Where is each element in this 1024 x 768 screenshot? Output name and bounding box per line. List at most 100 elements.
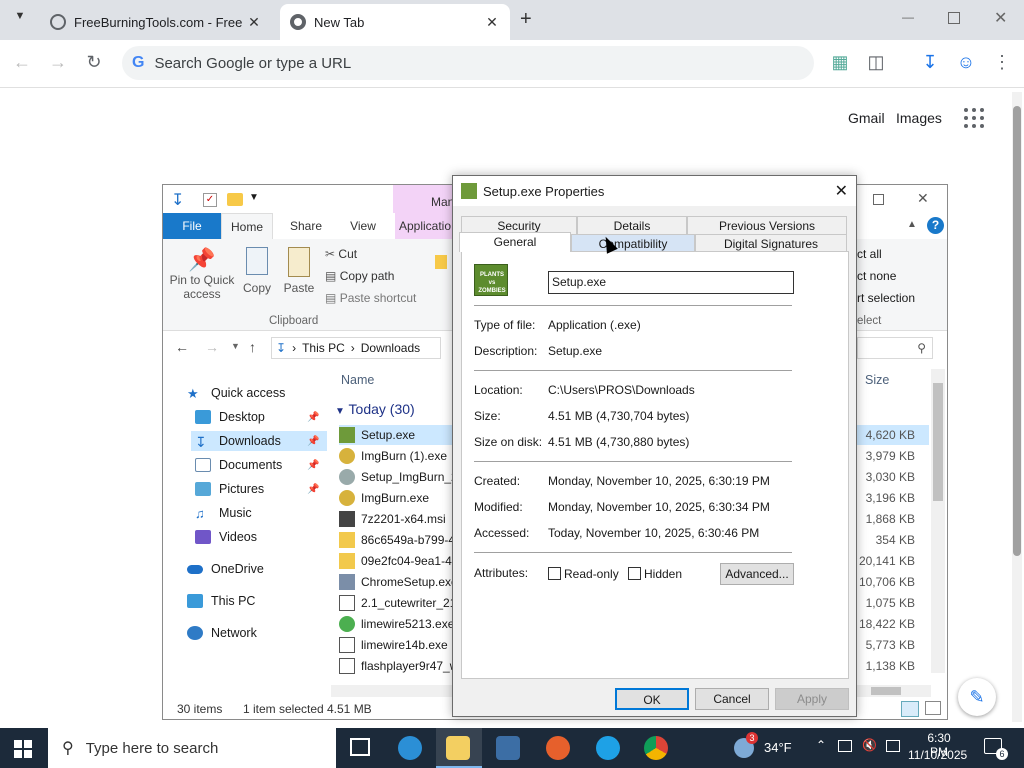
nav-desktop[interactable]: Desktop 📌 [195, 407, 325, 427]
chrome-taskbar-icon[interactable] [644, 736, 668, 760]
close-icon[interactable]: ✕ [917, 190, 929, 207]
tab-share[interactable]: Share [281, 213, 331, 239]
close-tab-icon[interactable]: ✕ [246, 14, 262, 31]
new-tab-button[interactable]: + [520, 8, 532, 31]
advanced-button[interactable]: Advanced... [720, 563, 794, 585]
readonly-checkbox[interactable] [548, 567, 561, 580]
firefox-icon[interactable] [546, 736, 570, 760]
paste-button[interactable]: Paste [281, 247, 317, 295]
close-tab-icon[interactable]: ✕ [484, 14, 500, 31]
recent-dropdown-icon[interactable]: ▼ [231, 341, 240, 351]
nav-quick-access[interactable]: ★ Quick access [187, 383, 317, 403]
details-view-icon[interactable] [901, 701, 919, 717]
qat-dropdown-icon[interactable]: ▼ [249, 192, 259, 203]
maximize-icon[interactable] [873, 194, 884, 205]
tab-search-button[interactable]: ▼ [10, 10, 30, 30]
back-icon[interactable]: ← [175, 339, 189, 355]
apply-button[interactable]: Apply [775, 688, 849, 710]
readonly-label[interactable]: Read-only [564, 567, 619, 581]
tab-new-tab[interactable]: New Tab ✕ [280, 4, 510, 40]
weather-badge: 3 [746, 732, 758, 744]
tab-application[interactable]: Applicatio [395, 213, 455, 239]
select-all-button[interactable]: ct all [857, 247, 882, 261]
tab-digital-signatures[interactable]: Digital Signatures [695, 234, 847, 252]
task-view-icon[interactable] [350, 738, 370, 756]
internet-explorer-icon[interactable] [596, 736, 620, 760]
back-icon[interactable]: ← [10, 52, 34, 73]
profile-icon[interactable]: ☺ [954, 52, 978, 73]
nav-network[interactable]: Network [187, 623, 317, 643]
invert-selection-button[interactable]: rt selection [857, 291, 915, 305]
nav-documents[interactable]: Documents 📌 [195, 455, 325, 475]
hidden-label[interactable]: Hidden [644, 567, 682, 581]
column-name-header[interactable]: Name [341, 373, 374, 387]
nav-downloads[interactable]: ↧ Downloads 📌 [191, 431, 327, 451]
tray-chevron-icon[interactable]: ⌃ [816, 738, 826, 752]
tab-view[interactable]: View [339, 213, 387, 239]
extensions-puzzle-icon[interactable]: ◫ [864, 52, 888, 73]
images-link[interactable]: Images [896, 110, 942, 126]
select-none-button[interactable]: ct none [857, 269, 896, 283]
collapse-ribbon-icon[interactable]: ▲ [907, 219, 917, 230]
gmail-link[interactable]: Gmail [848, 110, 885, 126]
large-icons-view-icon[interactable] [925, 701, 941, 715]
apps-grid-icon[interactable] [964, 108, 984, 128]
breadcrumb-this-pc[interactable]: This PC [302, 341, 345, 355]
filename-input[interactable]: Setup.exe [548, 271, 794, 294]
tab-freeburningtools[interactable]: FreeBurningTools.com - Free b ✕ [40, 4, 272, 40]
edge-icon[interactable] [398, 736, 422, 760]
ok-button[interactable]: OK [615, 688, 689, 710]
nav-music[interactable]: ♫ Music [195, 503, 325, 523]
nav-onedrive[interactable]: OneDrive [187, 559, 317, 579]
network-icon[interactable] [886, 740, 900, 752]
nav-pictures[interactable]: Pictures 📌 [195, 479, 325, 499]
copy-button[interactable]: Copy [239, 247, 275, 295]
hidden-checkbox[interactable] [628, 567, 641, 580]
tab-details[interactable]: Details [577, 216, 687, 234]
tab-compatibility[interactable]: Compatibility [571, 234, 695, 252]
page-scrollbar[interactable] [1012, 92, 1022, 722]
minimize-icon[interactable]: — [902, 10, 914, 24]
close-window-icon[interactable]: ✕ [994, 8, 1007, 28]
reload-icon[interactable]: ↻ [82, 52, 106, 73]
volume-muted-icon[interactable]: 🔇 [862, 738, 877, 752]
close-icon[interactable]: ✕ [835, 181, 848, 201]
paste-shortcut-button[interactable]: ▤ Paste shortcut [325, 291, 416, 305]
clock-date[interactable]: 11/10/2025 [908, 748, 967, 762]
nav-videos[interactable]: Videos [195, 527, 325, 547]
download-icon[interactable]: ↧ [918, 52, 942, 73]
customize-pencil-button[interactable]: ✎ [958, 678, 996, 716]
cut-button[interactable]: ✂ Cut [325, 247, 357, 261]
start-windows-icon[interactable] [14, 740, 32, 758]
tab-previous-versions[interactable]: Previous Versions [687, 216, 847, 234]
forward-icon[interactable]: → [205, 339, 219, 355]
restore-icon[interactable] [948, 12, 960, 24]
size-on-disk-value: 4.51 MB (4,730,880 bytes) [548, 435, 690, 449]
meet-now-icon[interactable] [838, 740, 852, 752]
menu-icon[interactable]: ⋮ [990, 52, 1014, 73]
store-icon[interactable] [496, 736, 520, 760]
tab-home[interactable]: Home [221, 213, 273, 239]
taskbar-search-box[interactable]: ⚲ Type here to search [48, 728, 336, 768]
vertical-scrollbar[interactable] [931, 369, 945, 673]
search-box[interactable]: ⚲ [857, 337, 933, 359]
help-icon[interactable]: ? [927, 217, 944, 234]
breadcrumb-downloads[interactable]: Downloads [361, 341, 420, 355]
cancel-button[interactable]: Cancel [695, 688, 769, 710]
forward-icon[interactable]: → [46, 52, 70, 73]
column-size-header[interactable]: Size [865, 373, 889, 387]
copy-path-button[interactable]: ▤ Copy path [325, 269, 394, 283]
new-folder-icon[interactable] [435, 255, 447, 269]
breadcrumb[interactable]: ↧ › This PC › Downloads [271, 337, 441, 359]
up-icon[interactable]: ↑ [249, 339, 256, 355]
omnibox[interactable]: G Search Google or type a URL [122, 46, 814, 80]
temperature[interactable]: 34°F [764, 740, 792, 755]
group-header[interactable]: ▼ Today (30) [335, 401, 415, 417]
search-icon: ⚲ [62, 740, 74, 757]
tab-general[interactable]: General [459, 232, 571, 252]
pin-quick-access-button[interactable]: 📌 Pin to Quick access [169, 247, 235, 301]
extension-app-icon[interactable]: ▦ [828, 52, 852, 73]
tab-file[interactable]: File [163, 213, 221, 239]
properties-check-icon[interactable]: ✓ [203, 193, 217, 207]
nav-this-pc[interactable]: This PC [187, 591, 317, 611]
